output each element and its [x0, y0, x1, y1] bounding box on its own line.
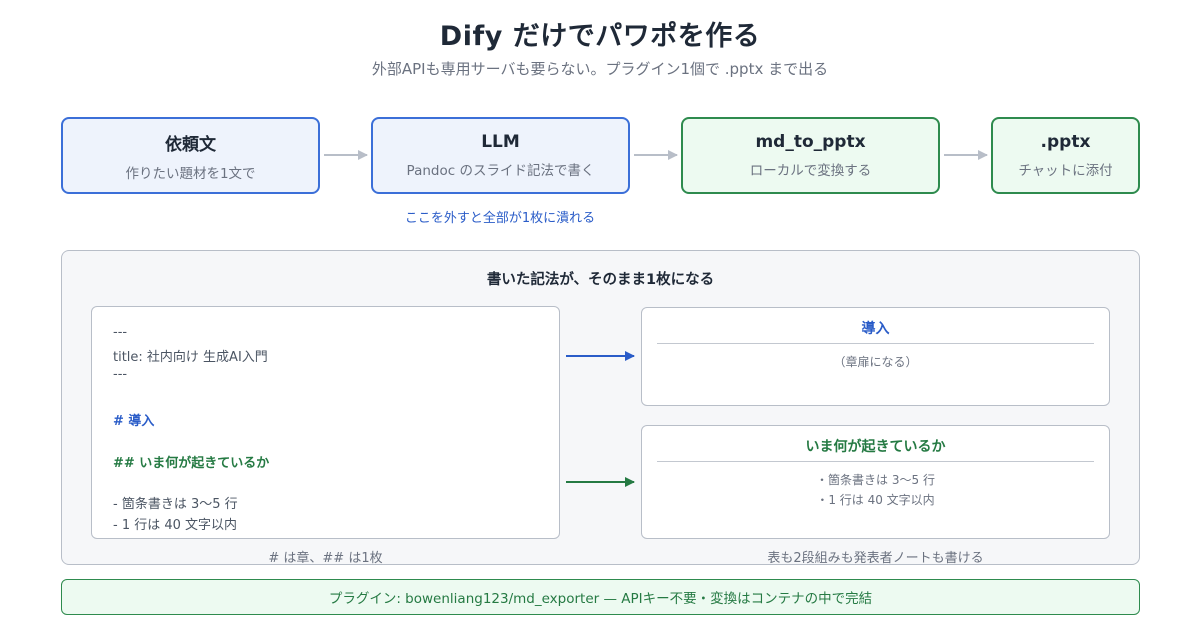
arrows-layer	[324, 150, 988, 487]
